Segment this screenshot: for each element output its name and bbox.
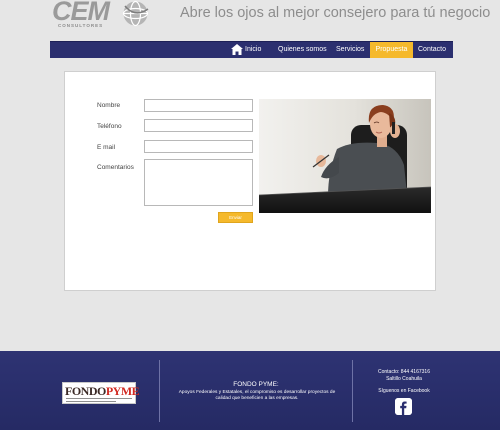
email-label: E mail — [97, 144, 116, 151]
footer-divider — [352, 360, 353, 422]
phone-field[interactable] — [144, 119, 253, 132]
nav-item-servicios[interactable]: Servicios — [336, 42, 364, 58]
contact-location: Saltillo Coahuila — [386, 376, 422, 382]
fondo-pyme-logo-text: FONDOPYME — [65, 384, 140, 398]
main-nav: Inicio Quienes somos Servicios Propuesta… — [50, 41, 453, 58]
businesswoman-photo — [259, 99, 431, 213]
footer-title: FONDO PYME: — [233, 381, 279, 388]
nav-item-propuesta[interactable]: Propuesta — [370, 42, 413, 58]
name-field[interactable] — [144, 99, 253, 112]
phone-label: Teléfono — [97, 123, 122, 130]
globe-icon — [122, 0, 149, 27]
facebook-icon[interactable] — [395, 398, 412, 415]
nav-item-inicio[interactable]: Inicio — [245, 42, 261, 58]
logo-subtitle: CONSULTORES — [58, 23, 104, 28]
name-label: Nombre — [97, 102, 121, 109]
logo-fine-print — [66, 398, 132, 399]
footer-description: Apoyos Federales y Estatales, el comprom… — [178, 390, 336, 401]
fondo-pyme-logo[interactable]: FONDOPYME — [62, 382, 140, 404]
home-icon[interactable] — [231, 44, 243, 55]
facebook-follow-text: Síguenos en Facebook — [378, 388, 430, 394]
comments-field[interactable] — [144, 159, 253, 206]
email-field[interactable] — [144, 140, 253, 153]
nav-item-quienes-somos[interactable]: Quienes somos — [278, 42, 327, 58]
submit-button[interactable]: Enviar — [218, 212, 253, 223]
contact-phone: Contacto: 844 4167316 — [378, 369, 430, 375]
logo-text: CEM — [52, 0, 110, 26]
footer-contact: Contacto: 844 4167316 Saltillo Coahuila — [356, 369, 452, 383]
nav-item-contacto[interactable]: Contacto — [418, 42, 446, 58]
cem-logo[interactable]: CEM CONSULTORES — [52, 0, 150, 30]
logo-fine-print — [66, 401, 116, 402]
site-tagline: Abre los ojos al mejor consejero para tú… — [180, 5, 491, 21]
footer-divider — [159, 360, 160, 422]
comments-label: Comentarios — [97, 164, 134, 171]
